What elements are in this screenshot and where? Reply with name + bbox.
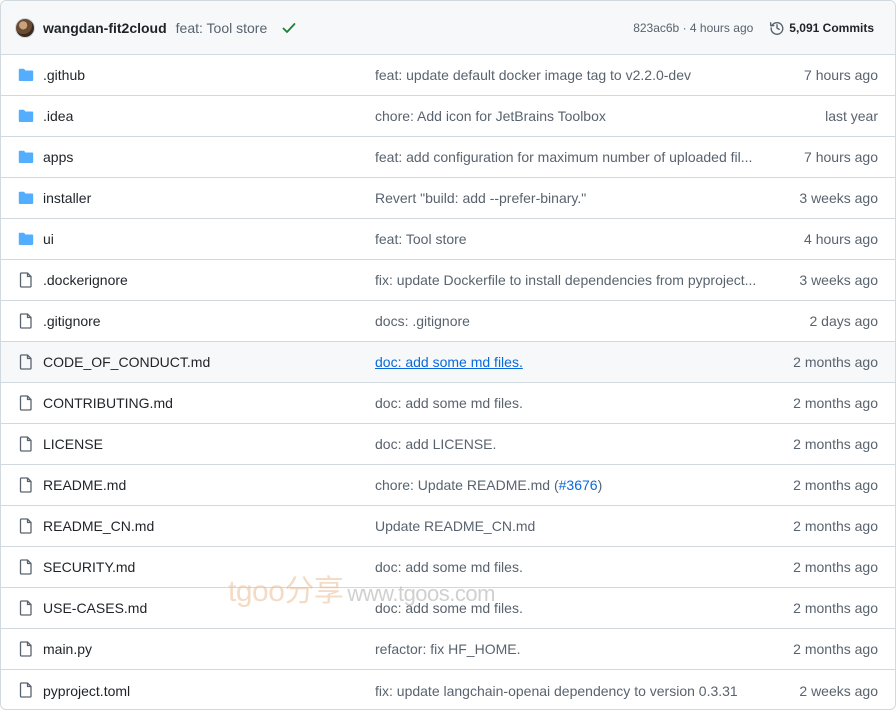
commit-time[interactable]: 4 hours ago [804,231,878,247]
commit-message-link[interactable]: feat: add configuration for maximum numb… [375,149,761,165]
commit-message-link[interactable]: doc: add some md files. [375,600,761,616]
file-name-link[interactable]: CODE_OF_CONDUCT.md [43,354,210,370]
commits-count: 5,091 Commits [789,21,874,35]
file-name-link[interactable]: CONTRIBUTING.md [43,395,173,411]
file-icon [18,518,34,534]
file-name-link[interactable]: pyproject.toml [43,683,130,699]
commit-time[interactable]: 7 hours ago [804,67,878,83]
author-avatar[interactable] [15,17,35,38]
commit-message-link[interactable]: refactor: fix HF_HOME. [375,641,761,657]
file-row[interactable]: pyproject.toml fix: update langchain-open… [1,670,895,709]
commit-time[interactable]: 7 hours ago [804,149,878,165]
commit-author-link[interactable]: wangdan-fit2cloud [43,20,167,36]
commit-message-link[interactable]: doc: add LICENSE. [375,436,761,452]
file-list: .github feat: update default docker image… [1,55,895,709]
commit-time[interactable]: 2 months ago [793,354,878,370]
commits-history-link[interactable]: 5,091 Commits [769,20,874,36]
file-row[interactable]: LICENSE doc: add LICENSE. 2 months ago [1,424,895,465]
file-icon [18,682,34,698]
latest-commit-bar: wangdan-fit2cloud feat: Tool store 823ac… [1,1,895,55]
commit-message-link[interactable]: docs: .gitignore [375,313,761,329]
file-icon [18,272,34,288]
commit-message-link[interactable]: chore: Update README.md (#3676) [375,477,761,493]
file-row[interactable]: installer Revert "build: add --prefer-bin… [1,178,895,219]
file-row[interactable]: README.md chore: Update README.md (#3676)… [1,465,895,506]
file-icon [18,641,34,657]
commit-message-link[interactable]: Update README_CN.md [375,518,761,534]
commit-time[interactable]: last year [825,108,878,124]
folder-icon [18,231,34,247]
commit-message-link[interactable]: doc: add some md files. [375,354,761,370]
check-icon[interactable] [281,20,297,36]
commit-time[interactable]: 2 months ago [793,395,878,411]
file-row[interactable]: .gitignore docs: .gitignore 2 days ago [1,301,895,342]
file-row[interactable]: main.py refactor: fix HF_HOME. 2 months ag… [1,629,895,670]
file-name-link[interactable]: README.md [43,477,126,493]
file-row[interactable]: .dockerignore fix: update Dockerfile to i… [1,260,895,301]
commit-time[interactable]: 3 weeks ago [799,190,878,206]
commit-time[interactable]: 2 days ago [810,313,879,329]
history-icon [769,20,785,36]
file-name-link[interactable]: .gitignore [43,313,101,329]
commit-time[interactable]: 2 months ago [793,559,878,575]
folder-icon [18,149,34,165]
file-name-link[interactable]: .idea [43,108,73,124]
pull-request-link[interactable]: #3676 [559,477,598,493]
commit-message-link[interactable]: doc: add some md files. [375,395,761,411]
file-icon [18,559,34,575]
file-name-link[interactable]: USE-CASES.md [43,600,147,616]
file-row[interactable]: USE-CASES.md doc: add some md files. 2 mon… [1,588,895,629]
folder-icon [18,190,34,206]
file-row[interactable]: CODE_OF_CONDUCT.md doc: add some md files… [1,342,895,383]
commit-message-link[interactable]: chore: Add icon for JetBrains Toolbox [375,108,761,124]
commit-time[interactable]: 2 months ago [793,477,878,493]
commit-message-link[interactable]: doc: add some md files. [375,559,761,575]
folder-icon [18,108,34,124]
file-row[interactable]: CONTRIBUTING.md doc: add some md files. 2 … [1,383,895,424]
file-icon [18,395,34,411]
file-name-link[interactable]: LICENSE [43,436,103,452]
file-name-link[interactable]: .dockerignore [43,272,128,288]
commit-message-link[interactable]: Revert "build: add --prefer-binary." [375,190,761,206]
folder-icon [18,67,34,83]
commit-time[interactable]: 2 months ago [793,518,878,534]
file-name-link[interactable]: README_CN.md [43,518,154,534]
commit-time[interactable]: 3 weeks ago [799,272,878,288]
file-name-link[interactable]: apps [43,149,73,165]
commit-time[interactable]: 2 months ago [793,641,878,657]
file-name-link[interactable]: installer [43,190,91,206]
file-icon [18,477,34,493]
file-name-link[interactable]: .github [43,67,85,83]
latest-commit-message[interactable]: feat: Tool store [176,20,268,36]
file-row[interactable]: SECURITY.md doc: add some md files. 2 mont… [1,547,895,588]
file-row[interactable]: README_CN.md Update README_CN.md 2 months … [1,506,895,547]
commit-time[interactable]: 2 weeks ago [799,683,878,699]
file-row[interactable]: .idea chore: Add icon for JetBrains Toolb… [1,96,895,137]
file-name-link[interactable]: SECURITY.md [43,559,135,575]
file-row[interactable]: ui feat: Tool store 4 hours ago [1,219,895,260]
commit-time[interactable]: 2 months ago [793,436,878,452]
commit-message-link[interactable]: feat: Tool store [375,231,761,247]
file-name-link[interactable]: main.py [43,641,92,657]
file-browser-panel: wangdan-fit2cloud feat: Tool store 823ac… [0,0,896,710]
file-icon [18,600,34,616]
commit-hash[interactable]: 823ac6b · 4 hours ago [633,21,753,35]
commit-time[interactable]: 2 months ago [793,600,878,616]
commit-message-link[interactable]: fix: update Dockerfile to install depend… [375,272,761,288]
file-row[interactable]: .github feat: update default docker image… [1,55,895,96]
commit-meta: 823ac6b · 4 hours ago 5,091 Commits [633,1,874,55]
file-name-link[interactable]: ui [43,231,54,247]
file-icon [18,354,34,370]
file-row[interactable]: apps feat: add configuration for maximum … [1,137,895,178]
file-icon [18,436,34,452]
commit-message-link[interactable]: feat: update default docker image tag to… [375,67,761,83]
file-icon [18,313,34,329]
commit-message-link[interactable]: fix: update langchain-openai dependency … [375,683,761,699]
